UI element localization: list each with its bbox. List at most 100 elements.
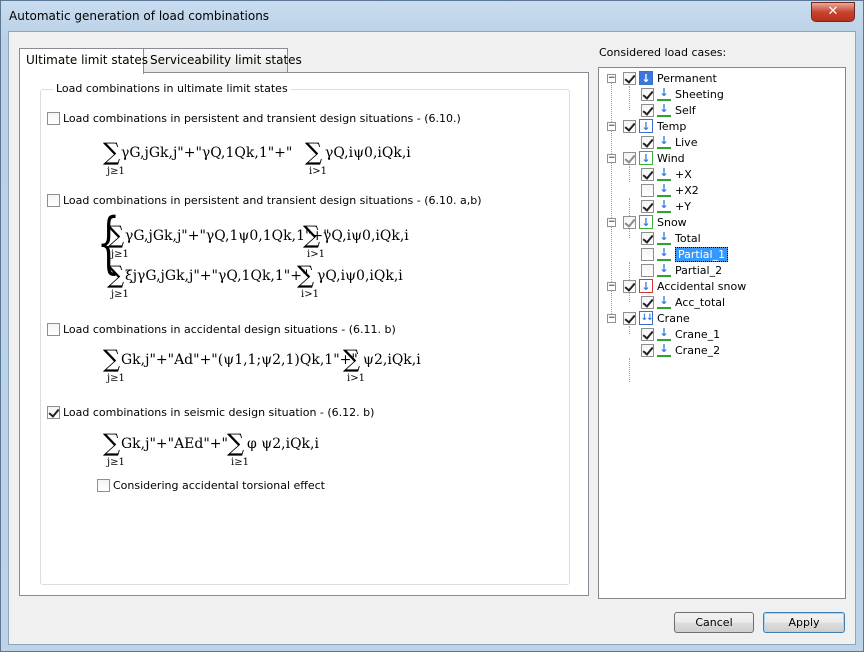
tab-label: Ultimate limit states [26,53,148,67]
temporary-load-icon: ↓ [639,119,653,133]
apply-button[interactable]: Apply [763,612,845,633]
tree-item-live[interactable]: ↓ Live [641,134,697,150]
formula-text: ξjγG,jGk,j"+"γQ,1Qk,1"+" [125,268,309,284]
option-persistent-6-10[interactable]: Load combinations in persistent and tran… [47,112,461,125]
tree-item-plus-y[interactable]: ↓ +Y [641,198,691,214]
tree-item-crane-2[interactable]: ↓ Crane_2 [641,342,720,358]
tree-group-crane[interactable]: ↓↓ Crane [623,310,690,326]
load-case-icon: ↓ [657,343,671,357]
tree-item-acc-total[interactable]: ↓ Acc_total [641,294,725,310]
load-case-icon: ↓ [657,247,671,261]
option-accidental-6-11-b[interactable]: Load combinations in accidental design s… [47,323,396,336]
load-case-icon: ↓ [657,103,671,117]
checkbox[interactable] [97,479,110,492]
load-case-icon: ↓ [657,87,671,101]
sum-index: i>1 [309,166,327,177]
checkbox[interactable] [641,295,654,309]
tab-ultimate-limit-states[interactable]: Ultimate limit states [19,48,148,74]
load-case-icon: ↓ [657,295,671,309]
checkbox[interactable] [641,167,654,181]
checkbox[interactable] [623,119,636,133]
tree-group-permanent[interactable]: ↓ Permanent [623,70,717,86]
expander[interactable]: − [607,74,616,83]
tree-item-label: Live [675,135,698,149]
sum-symbol: ∑ [305,138,323,166]
load-case-icon: ↓ [657,167,671,181]
tree-item-total[interactable]: ↓ Total [641,230,701,246]
checkbox[interactable] [641,231,654,245]
expander[interactable]: − [607,218,616,227]
tree-item-crane-1[interactable]: ↓ Crane_1 [641,326,720,342]
sum-index: j≥1 [107,166,125,177]
checkbox[interactable] [623,215,636,229]
checkbox[interactable] [641,327,654,341]
formula-text: ψ2,iQk,i [363,352,421,368]
tree-group-wind[interactable]: ↓ Wind [623,150,685,166]
tree-group-temp[interactable]: ↓ Temp [623,118,686,134]
checkbox[interactable] [641,343,654,357]
sum-symbol: ∑ [103,138,121,166]
tree-item-sheeting[interactable]: ↓ Sheeting [641,86,724,102]
load-cases-label: Considered load cases: [599,46,727,59]
tree-item-plus-x[interactable]: ↓ +X [641,166,692,182]
close-icon: ✕ [827,4,839,19]
cancel-button[interactable]: Cancel [674,612,754,633]
formula-text: γG,jGk,j"+"γQ,1ψ0,1Qk,1"+" [125,228,330,244]
tree-group-label: Wind [657,151,685,165]
formula-text: φ ψ2,iQk,i [247,436,319,452]
sum-symbol: ∑ [107,221,125,249]
tree-item-self[interactable]: ↓ Self [641,102,696,118]
formula-text: γG,jGk,j"+"γQ,1Qk,1"+" [121,145,293,161]
expander[interactable]: − [607,282,616,291]
tree-group-label: Permanent [657,71,717,85]
tree-group-label: Crane [657,311,690,325]
load-cases-tree[interactable]: − ↓ Permanent ↓ Sheeting ↓ Self − ↓ Temp… [598,67,846,599]
expander[interactable]: − [607,314,616,323]
tree-item-label: +X2 [675,183,699,197]
expander[interactable]: − [607,154,616,163]
formula-text: γQ,iψ0,iQk,i [325,145,411,161]
sum-symbol: ∑ [103,429,121,457]
checkbox[interactable] [641,135,654,149]
tree-group-accidental-snow[interactable]: ↓ Accidental snow [623,278,746,294]
tree-line [629,358,630,382]
formula-text: Gk,j"+"AEd"+" [121,436,228,452]
sum-index: j≥1 [107,457,125,468]
checkbox[interactable] [641,87,654,101]
checkbox[interactable] [47,323,60,336]
expander[interactable]: − [607,122,616,131]
checkbox[interactable] [623,71,636,85]
checkbox[interactable] [47,194,60,207]
checkbox[interactable] [623,311,636,325]
sum-symbol: ∑ [297,261,315,289]
option-accidental-torsion[interactable]: Considering accidental torsional effect [97,479,325,492]
checkbox[interactable] [47,112,60,125]
checkbox[interactable] [641,103,654,117]
tab-serviceability-limit-states[interactable]: Serviceability limit states [143,48,302,73]
sum-symbol: ∑ [103,345,121,373]
close-button[interactable]: ✕ [811,2,855,22]
tree-item-label: Partial_2 [675,263,723,277]
option-label: Load combinations in seismic design situ… [63,406,375,419]
tree-group-snow[interactable]: ↓ Snow [623,214,687,230]
checkbox[interactable] [47,406,60,419]
load-case-icon: ↓ [657,231,671,245]
formula-text: γQ,iψ0,iQk,i [317,268,403,284]
checkbox[interactable] [623,279,636,293]
tree-item-partial-1[interactable]: ↓ Partial_1 [641,246,729,262]
tree-item-label: Crane_1 [675,327,721,341]
checkbox[interactable] [641,183,654,197]
formula-text: γQ,iψ0,iQk,i [323,228,409,244]
option-seismic-6-12-b[interactable]: Load combinations in seismic design situ… [47,406,374,419]
tree-item-plus-x2[interactable]: ↓ +X2 [641,182,699,198]
tree-item-label: Sheeting [675,87,724,101]
checkbox[interactable] [641,199,654,213]
checkbox[interactable] [623,151,636,165]
checkbox[interactable] [641,263,654,277]
tree-item-partial-2[interactable]: ↓ Partial_2 [641,262,722,278]
option-label: Load combinations in persistent and tran… [63,194,482,207]
tree-item-label: Crane_2 [675,343,721,357]
checkbox[interactable] [641,247,654,261]
uls-tab-panel: Load combinations in ultimate limit stat… [19,72,589,596]
sum-symbol: ∑ [107,261,125,289]
